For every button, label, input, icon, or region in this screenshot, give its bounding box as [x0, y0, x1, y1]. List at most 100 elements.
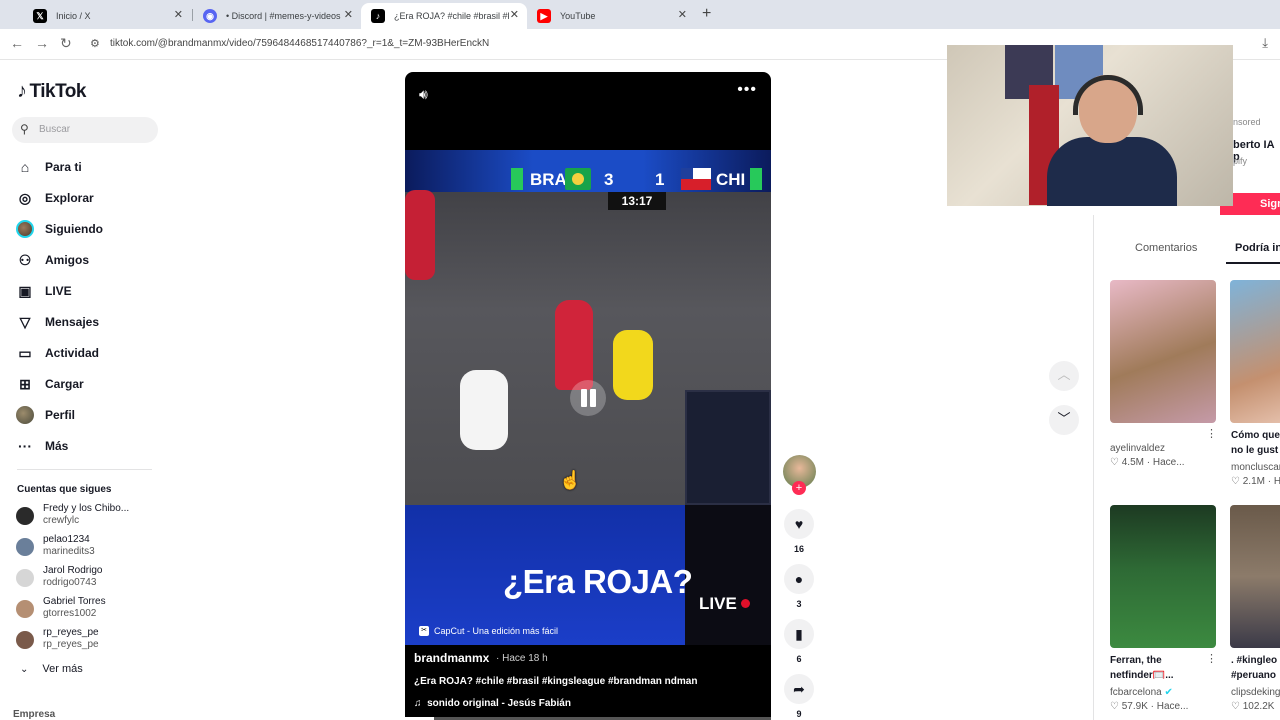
more-options-icon[interactable]: •••	[737, 81, 757, 99]
related-video-thumbnail[interactable]	[1230, 280, 1280, 423]
share-button[interactable]: ➦ 9	[782, 674, 816, 719]
tab-youtube[interactable]: ▶ YouTube ✕	[527, 3, 695, 29]
nav-explorar[interactable]: ◎ Explorar	[16, 187, 94, 209]
related-user[interactable]: ayelinvaldez	[1110, 443, 1165, 454]
close-icon[interactable]: ✕	[510, 8, 519, 21]
more-icon: ···	[18, 438, 32, 454]
nav-amigos[interactable]: ⚇ Amigos	[16, 249, 89, 271]
tiktok-note-icon: ♪	[17, 80, 27, 102]
nav-live[interactable]: ▣ LIVE	[16, 280, 72, 302]
tab-discord[interactable]: ◉ • Discord | #memes-y-videos | II ✕	[193, 3, 361, 29]
verified-badge-icon: ✔	[1164, 687, 1173, 698]
tab-tiktok[interactable]: ♪ ¿Era ROJA? #chile #brasil #ki ✕	[361, 3, 527, 29]
following-title: Cuentas que sigues	[17, 484, 112, 495]
bookmark-icon: ▮	[784, 619, 814, 649]
related-title[interactable]: Ferran, the netfinder🥅...	[1110, 653, 1202, 683]
scoreboard: BRA 3 1 CHI	[405, 150, 771, 192]
comment-icon: ●	[784, 564, 814, 594]
tab-related[interactable]: Podría in	[1235, 242, 1280, 254]
related-user[interactable]: moncluscar	[1231, 462, 1280, 473]
tab-x[interactable]: 𝕏 Inicio / X ✕	[23, 3, 191, 29]
tiktok-logo[interactable]: ♪ TikTok	[17, 80, 86, 103]
nav-cargar[interactable]: ⊞ Cargar	[16, 373, 84, 395]
nav-mensajes[interactable]: ▽ Mensajes	[16, 311, 99, 333]
more-options-icon[interactable]: ⋮	[1206, 652, 1217, 665]
video-sound[interactable]: ♫ sonido original - Jesús Fabián	[414, 698, 571, 709]
account-handle: crewfylc	[43, 515, 80, 526]
related-video-thumbnail[interactable]	[1110, 505, 1216, 648]
like-button[interactable]: ♥ 16	[782, 509, 816, 554]
reload-icon[interactable]: ↻	[60, 35, 72, 52]
nav-siguiendo[interactable]: Siguiendo	[16, 218, 103, 240]
video-author[interactable]: brandmanmx	[414, 651, 489, 665]
related-title[interactable]: . #kingleo #peruano	[1231, 653, 1280, 683]
youtube-icon: ▶	[537, 9, 551, 23]
next-video-button[interactable]: ﹀	[1049, 405, 1079, 435]
related-user-name: fcbarcelona	[1110, 687, 1162, 698]
overlay-text: ¿Era ROJA?	[503, 563, 693, 600]
tiktok-icon: ♪	[371, 9, 385, 23]
account-name: rp_reyes_pe	[43, 627, 99, 638]
see-more-button[interactable]: ⌄ Ver más	[20, 663, 83, 675]
tab-title: • Discord | #memes-y-videos | II	[226, 11, 341, 21]
new-tab-icon[interactable]: +	[702, 5, 711, 23]
ad-sponsored-label: nsored	[1233, 117, 1261, 127]
share-icon: ➦	[784, 674, 814, 704]
related-title[interactable]: Cómo que no le gust	[1231, 428, 1280, 458]
account-name: Fredy y los Chibo...	[43, 503, 130, 514]
webcam-overlay	[947, 45, 1233, 206]
active-tab-indicator	[1226, 262, 1280, 264]
nav-para-ti[interactable]: ⌂ Para ti	[16, 156, 82, 178]
player-figure	[613, 330, 653, 400]
chevron-up-icon: ︿	[1057, 367, 1071, 382]
account-handle: rodrigo0743	[43, 577, 97, 588]
url-field[interactable]: tiktok.com/@brandmanmx/video/75964844685…	[110, 38, 489, 49]
follow-plus-icon[interactable]: +	[792, 481, 806, 495]
nav-label: Más	[45, 439, 69, 453]
capcut-label[interactable]: ✂ CapCut - Una edición más fácil	[419, 626, 558, 636]
live-icon: ▣	[18, 282, 32, 299]
video-caption[interactable]: ¿Era ROJA? #chile #brasil #kingsleague #…	[414, 676, 697, 687]
comment-button[interactable]: ● 3	[782, 564, 816, 609]
nav-label: Actividad	[45, 346, 100, 360]
related-video-thumbnail[interactable]	[1230, 505, 1280, 648]
match-clock: 13:17	[608, 192, 666, 210]
pause-icon[interactable]	[570, 380, 606, 416]
away-score: 1	[655, 170, 665, 189]
more-options-icon[interactable]: ⋮	[1206, 427, 1217, 440]
search-input[interactable]: ⚲ Buscar	[12, 117, 158, 143]
search-placeholder: Buscar	[39, 124, 71, 135]
back-icon[interactable]: ←	[10, 35, 24, 51]
chevron-down-icon: ⌄	[20, 663, 29, 675]
nav-actividad[interactable]: ▭ Actividad	[16, 342, 99, 364]
close-icon[interactable]: ✕	[678, 8, 687, 21]
nav-perfil[interactable]: Perfil	[16, 404, 75, 426]
see-more-label: Ver más	[42, 663, 83, 675]
related-user[interactable]: clipsdeking	[1231, 687, 1280, 698]
tab-title: Inicio / X	[56, 11, 91, 21]
close-icon[interactable]: ✕	[344, 8, 353, 21]
nav-label: Amigos	[45, 253, 90, 267]
forward-icon[interactable]: →	[35, 35, 49, 51]
save-button[interactable]: ▮ 6	[782, 619, 816, 664]
tab-comments[interactable]: Comentarios	[1135, 242, 1197, 254]
download-icon[interactable]: ⤓	[1262, 35, 1268, 51]
streamer-body	[1047, 137, 1177, 206]
like-count: 16	[793, 544, 804, 554]
volume-icon[interactable]: 🔊︎	[419, 86, 428, 103]
previous-video-button[interactable]: ︿	[1049, 361, 1079, 391]
footer-empresa[interactable]: Empresa	[13, 709, 55, 720]
chevron-down-icon: ﹀	[1057, 411, 1071, 426]
capcut-icon: ✂	[419, 626, 429, 636]
search-icon: ⚲	[20, 122, 29, 136]
site-info-icon[interactable]: ⚙	[90, 37, 100, 50]
close-icon[interactable]: ✕	[174, 8, 183, 21]
related-user[interactable]: fcbarcelona ✔	[1110, 687, 1173, 698]
nav-label: Para ti	[45, 160, 82, 174]
video-player[interactable]: 🔊︎ ••• BRA 3 1 CHI 13:17 ¿Era ROJA? LIVE…	[405, 72, 771, 720]
related-video-thumbnail[interactable]	[1110, 280, 1216, 423]
nav-mas[interactable]: ··· Más	[16, 435, 68, 457]
brazil-flag-icon	[565, 168, 591, 190]
nav-label: LIVE	[45, 284, 72, 298]
nav-label: Cargar	[45, 377, 84, 391]
